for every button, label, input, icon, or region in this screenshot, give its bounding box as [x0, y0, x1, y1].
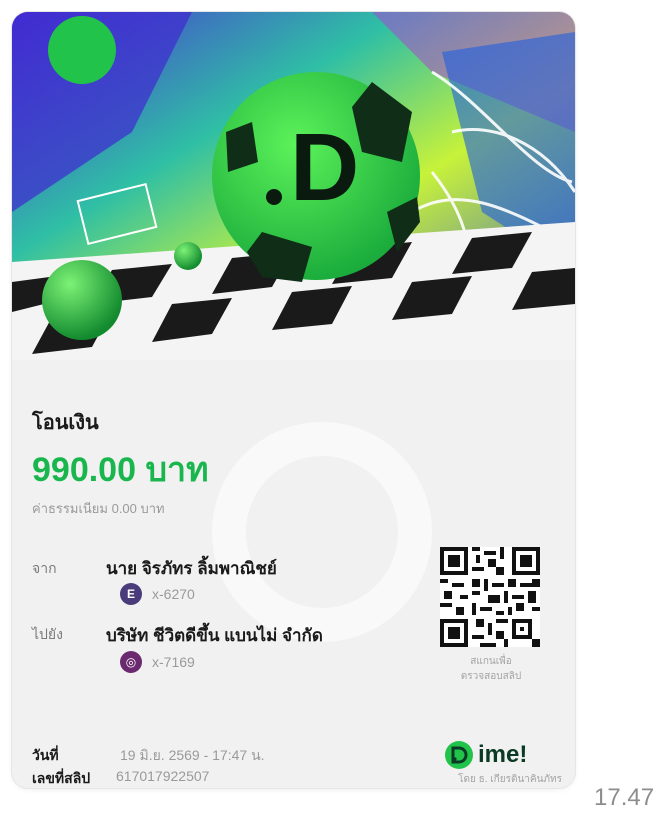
- date-label: วันที่: [32, 747, 59, 763]
- recipient-account: ◎ x-7169: [120, 651, 195, 673]
- brand-subtitle: โดย ธ. เกียรตินาคินภัทร: [458, 774, 562, 785]
- transfer-amount: 990.00 บาท: [32, 451, 209, 489]
- recipient-account-number: x-7169: [152, 654, 195, 670]
- date-value: 19 มิ.ย. 2569 - 17:47 น.: [120, 747, 265, 763]
- to-label: ไปยัง: [32, 626, 63, 642]
- dime-logo-icon: [445, 741, 473, 769]
- slip-title: โอนเงิน: [32, 412, 99, 434]
- ref-label: เลขที่สลิป: [32, 770, 91, 786]
- ref-value: 617017922507: [116, 768, 210, 784]
- sender-name: นาย จิรภัทร ลิ้มพาณิชย์: [106, 559, 277, 578]
- dime-brand-logo: ime!: [444, 740, 527, 770]
- transfer-slip-card[interactable]: D โอนเงิน 990.00 บาท ค่าธรรมเนียม 0.00 บ…: [12, 12, 575, 788]
- qr-code[interactable]: [440, 547, 540, 647]
- sender-account-number: x-6270: [152, 586, 195, 602]
- recipient-bank-icon: ◎: [120, 651, 142, 673]
- sender-account: E x-6270: [120, 583, 195, 605]
- brand-wordmark: ime!: [478, 741, 528, 768]
- watermark-logo: [212, 422, 432, 642]
- promo-banner-image: D: [12, 12, 575, 360]
- slip-body: โอนเงิน 990.00 บาท ค่าธรรมเนียม 0.00 บาท…: [12, 360, 575, 788]
- recipient-name: บริษัท ชีวิตดีขึ้น แบนไม่ จำกัด: [106, 626, 323, 645]
- from-label: จาก: [32, 560, 57, 576]
- sender-bank-icon: E: [120, 583, 142, 605]
- banner-logo-letter: D: [290, 114, 359, 221]
- transfer-fee: ค่าธรรมเนียม 0.00 บาท: [32, 501, 165, 516]
- message-timestamp: 17.47: [594, 784, 655, 811]
- qr-caption: สแกนเพื่อ ตรวจสอบสลิป: [460, 656, 522, 682]
